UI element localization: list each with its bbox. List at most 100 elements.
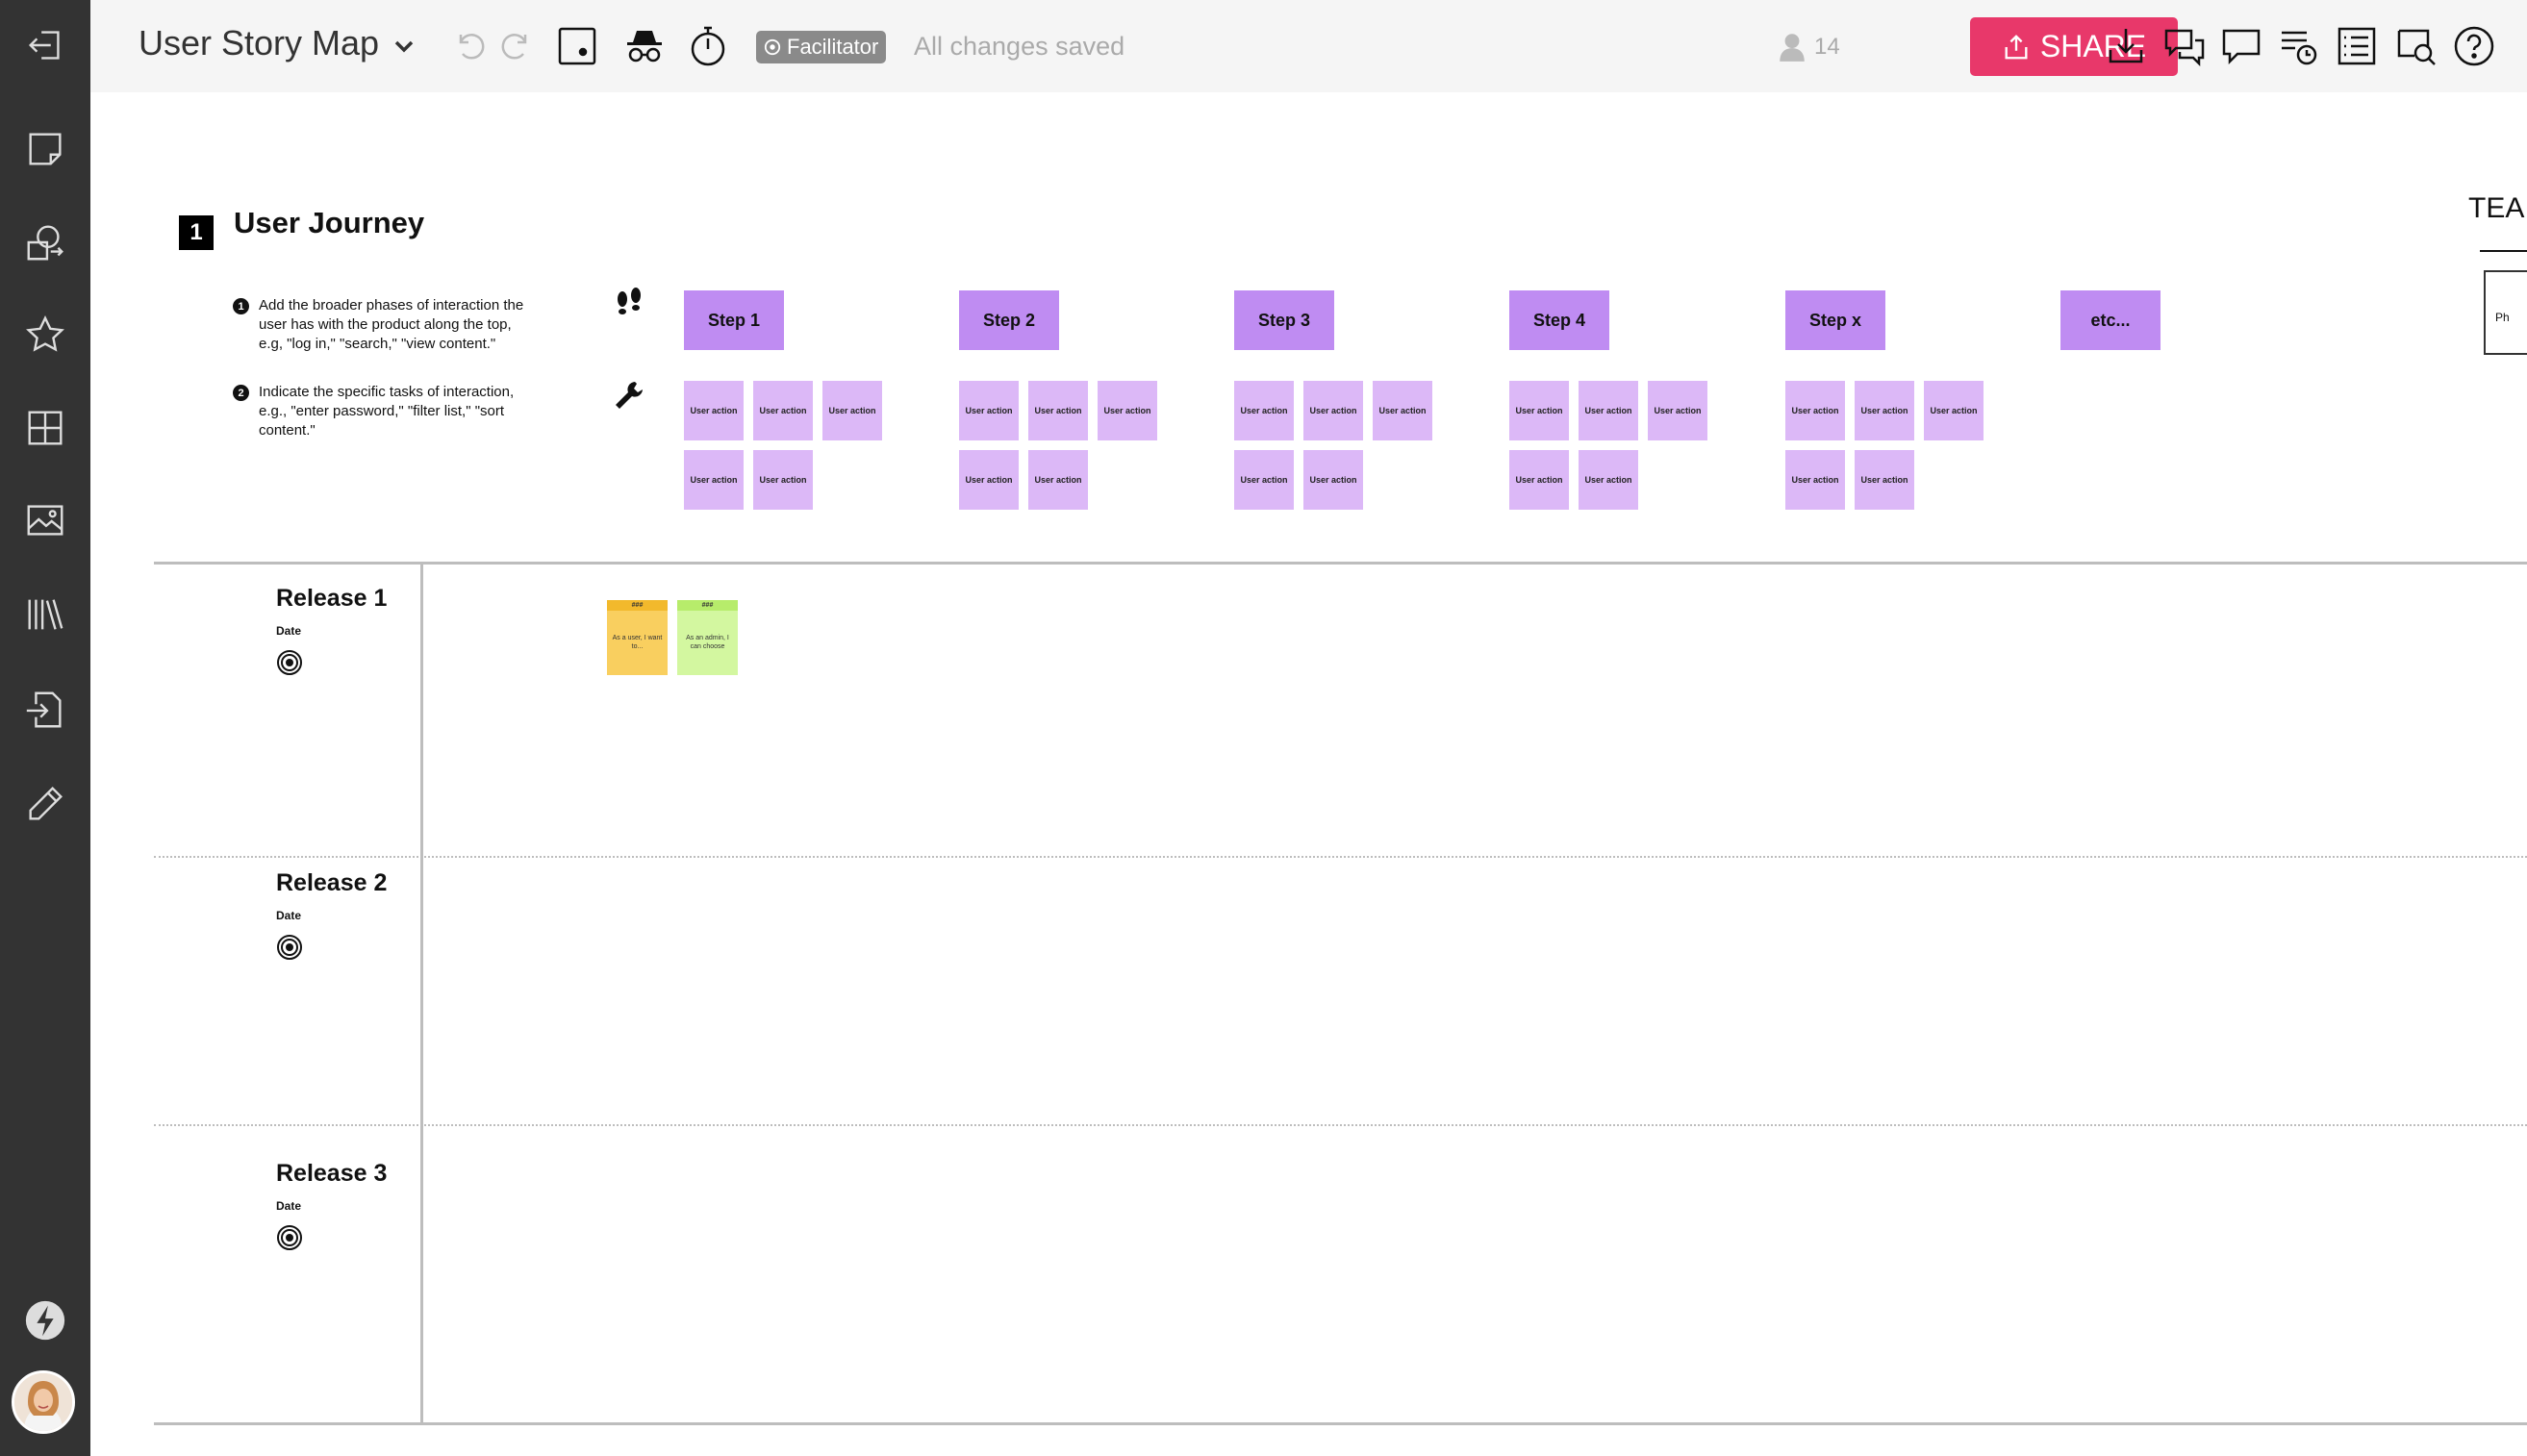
release-date[interactable]: Date [276, 624, 301, 638]
shapes-icon[interactable] [16, 213, 74, 271]
team-divider [2480, 250, 2527, 252]
step-card[interactable]: Step 4 [1509, 290, 1609, 350]
user-action-card[interactable]: User action [753, 450, 813, 510]
title-dropdown-chevron-icon[interactable] [379, 21, 429, 71]
release-title[interactable]: Release 1 [276, 585, 387, 613]
team-card[interactable]: Ph [2484, 270, 2527, 355]
sticky-text: As a user, I want to... [612, 635, 663, 650]
pen-icon[interactable] [16, 775, 74, 833]
left-toolbar [0, 0, 90, 1456]
import-file-icon[interactable] [16, 681, 74, 739]
favorites-star-icon[interactable] [16, 306, 74, 364]
target-icon [277, 935, 302, 960]
comments-icon[interactable] [2216, 21, 2266, 71]
user-action-card[interactable]: User action [1303, 381, 1363, 440]
activity-history-icon[interactable] [2274, 21, 2324, 71]
download-export-icon[interactable] [2101, 21, 2151, 71]
sticky-tag: ### [677, 600, 738, 611]
presentation-mode-icon[interactable] [552, 21, 602, 71]
templates-grid-icon[interactable] [16, 399, 74, 457]
user-avatar[interactable] [12, 1370, 75, 1434]
user-action-card[interactable]: User action [1509, 450, 1569, 510]
instruction-1-number: 1 [233, 298, 249, 314]
board-title-text[interactable]: User Story Map [139, 23, 379, 63]
user-story-sticky[interactable]: ### As a user, I want to... [607, 600, 668, 675]
user-action-card[interactable]: User action [1785, 450, 1845, 510]
team-section-heading[interactable]: TEA [2468, 192, 2524, 225]
wrench-icon [616, 382, 643, 409]
sticky-note-icon[interactable] [16, 120, 74, 178]
chat-icon[interactable] [2159, 21, 2209, 71]
step-card[interactable]: Step x [1785, 290, 1885, 350]
undo-icon[interactable] [445, 21, 495, 71]
online-users[interactable]: 14 [1776, 31, 1840, 63]
release-date[interactable]: Date [276, 1199, 301, 1213]
step-card[interactable]: Step 3 [1234, 290, 1334, 350]
user-action-card[interactable]: User action [959, 381, 1019, 440]
help-icon[interactable] [2449, 21, 2499, 71]
step-card[interactable]: Step 1 [684, 290, 784, 350]
library-icon[interactable] [16, 586, 74, 643]
user-action-card[interactable]: User action [1303, 450, 1363, 510]
board-canvas[interactable]: 1 User Journey 1 Add the broader phases … [90, 92, 2527, 1456]
redo-icon[interactable] [491, 21, 541, 71]
target-icon [277, 1225, 302, 1250]
sticky-tag: ### [607, 600, 668, 611]
timer-stopwatch-icon[interactable] [683, 21, 733, 71]
step-card[interactable]: etc... [2060, 290, 2161, 350]
user-action-card[interactable]: User action [1855, 450, 1914, 510]
release-grid-bottom-line [154, 1422, 2527, 1425]
release-divider [154, 856, 2527, 858]
sticky-text: As an admin, I can choose [686, 635, 729, 650]
user-action-card[interactable]: User action [1373, 381, 1432, 440]
power-ups-bolt-icon[interactable] [16, 1292, 74, 1349]
top-bar: User Story Map Facilitator All changes s… [90, 0, 2527, 92]
release-date[interactable]: Date [276, 909, 301, 922]
footsteps-icon [618, 288, 641, 314]
user-action-card[interactable]: User action [684, 450, 744, 510]
user-action-card[interactable]: User action [1234, 450, 1294, 510]
user-action-card[interactable]: User action [1855, 381, 1914, 440]
instruction-2-text: Indicate the specific tasks of interacti… [259, 384, 515, 439]
image-icon[interactable] [16, 491, 74, 549]
section-title[interactable]: User Journey [234, 206, 424, 240]
release-divider [154, 1124, 2527, 1126]
user-count-icon [1780, 34, 1805, 62]
search-board-icon[interactable] [2391, 21, 2441, 71]
user-action-card[interactable]: User action [1579, 450, 1638, 510]
section-number: 1 [179, 215, 214, 250]
user-action-card[interactable]: User action [1785, 381, 1845, 440]
instruction-2-number: 2 [233, 385, 249, 401]
release-title[interactable]: Release 2 [276, 869, 387, 897]
step-card[interactable]: Step 2 [959, 290, 1059, 350]
release-title[interactable]: Release 3 [276, 1160, 387, 1188]
board-title[interactable]: User Story Map [139, 23, 379, 63]
user-action-card[interactable]: User action [1924, 381, 1984, 440]
user-action-card[interactable]: User action [1098, 381, 1157, 440]
release-label-column-divider [420, 563, 423, 1422]
outline-list-icon[interactable] [2332, 21, 2382, 71]
user-action-card[interactable]: User action [1028, 381, 1088, 440]
user-action-card[interactable]: User action [959, 450, 1019, 510]
user-action-card[interactable]: User action [753, 381, 813, 440]
user-action-card[interactable]: User action [684, 381, 744, 440]
user-action-card[interactable]: User action [1509, 381, 1569, 440]
target-icon [277, 650, 302, 675]
user-action-card[interactable]: User action [1028, 450, 1088, 510]
user-count: 14 [1814, 34, 1840, 60]
instruction-1[interactable]: 1 Add the broader phases of interaction … [233, 296, 531, 354]
release-grid-top-line [154, 562, 2527, 565]
instruction-2[interactable]: 2 Indicate the specific tasks of interac… [233, 383, 531, 440]
user-story-sticky[interactable]: ### As an admin, I can choose [677, 600, 738, 675]
anonymous-mode-icon[interactable] [619, 21, 670, 71]
user-action-card[interactable]: User action [1579, 381, 1638, 440]
user-action-card[interactable]: User action [822, 381, 882, 440]
share-upload-icon [2005, 34, 2028, 59]
user-action-card[interactable]: User action [1234, 381, 1294, 440]
save-status: All changes saved [914, 32, 1125, 61]
exit-board-icon[interactable] [16, 16, 74, 74]
user-action-card[interactable]: User action [1648, 381, 1707, 440]
instruction-1-text: Add the broader phases of interaction th… [259, 297, 524, 352]
facilitator-gear-icon [764, 38, 781, 56]
facilitator-badge[interactable]: Facilitator [756, 31, 887, 63]
